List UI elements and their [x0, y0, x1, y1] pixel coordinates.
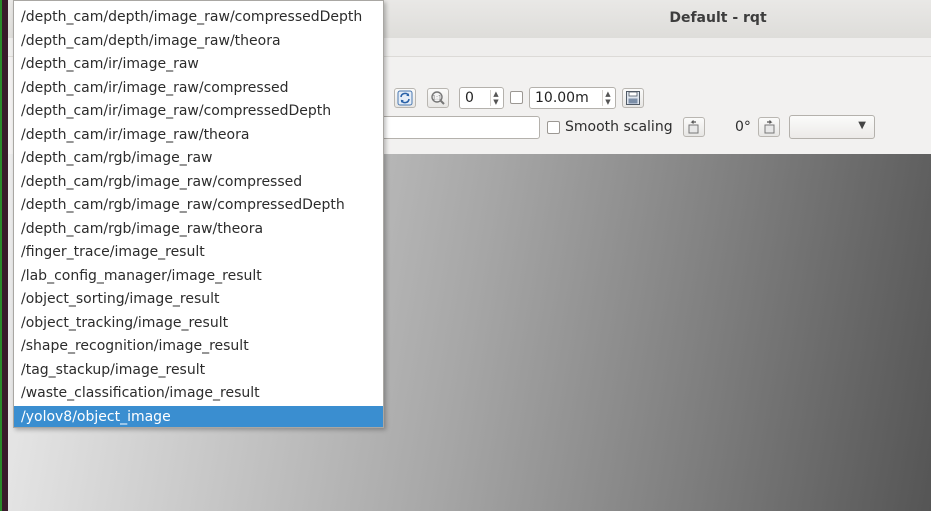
topic-list-item[interactable]: /yolov8/object_image — [14, 405, 383, 427]
topic-list-item[interactable]: /object_sorting/image_result — [14, 288, 383, 311]
topic-list-item[interactable]: /depth_cam/rgb/image_raw — [14, 147, 383, 170]
duration-spinbox[interactable]: 10.00m ▲ ▼ — [529, 87, 616, 109]
topic-list-item[interactable]: /finger_trace/image_result — [14, 241, 383, 264]
topic-list-item[interactable]: /depth_cam/depth/image_raw/theora — [14, 30, 383, 53]
spinbox-value: 0 — [465, 90, 474, 106]
topic-list-item[interactable]: /depth_cam/rgb/image_raw/compressed — [14, 171, 383, 194]
rotate-right-button[interactable] — [758, 117, 780, 137]
topic-list-item[interactable]: /depth_cam/ir/image_raw/theora — [14, 124, 383, 147]
chevron-down-icon: ▼ — [858, 120, 866, 131]
refresh-icon — [397, 90, 413, 106]
topic-list-item[interactable]: /depth_cam/depth/image_raw/compressedDep… — [14, 6, 383, 29]
zoom-button[interactable]: 1:1 — [427, 88, 449, 108]
duration-value: 10.00m — [535, 90, 589, 106]
topic-list-item[interactable]: /depth_cam/ir/image_raw/compressed — [14, 77, 383, 100]
topic-list-item[interactable]: /shape_recognition/image_result — [14, 335, 383, 358]
save-image-button[interactable] — [622, 88, 644, 108]
save-icon — [626, 91, 640, 105]
svg-text:1:1: 1:1 — [432, 95, 442, 102]
desktop-edge — [0, 0, 8, 511]
topic-list-item[interactable]: /depth_cam/ir/image_raw — [14, 53, 383, 76]
zoom-icon: 1:1 — [431, 91, 445, 105]
topic-list-item[interactable]: /lab_config_manager/image_result — [14, 265, 383, 288]
refresh-topics-button[interactable] — [394, 88, 416, 108]
smooth-scaling-checkbox[interactable] — [547, 121, 560, 134]
window-title: Default - rqt — [669, 10, 767, 26]
topic-list-item[interactable]: /depth_cam/rgb/image_raw/theora — [14, 218, 383, 241]
topic-list-item[interactable]: /tag_stackup/image_result — [14, 359, 383, 382]
rotate-left-icon — [688, 120, 699, 134]
topic-list-item[interactable]: /depth_cam/rgb/image_raw/compressedDepth — [14, 194, 383, 217]
rotation-label: 0° — [735, 119, 751, 135]
topic-dropdown-list[interactable]: /depth_cam/depth/image_raw/compressedDep… — [13, 0, 384, 428]
rotate-left-button[interactable] — [683, 117, 705, 137]
duration-checkbox[interactable] — [510, 91, 523, 104]
topic-list-item[interactable]: /waste_classification/image_result — [14, 382, 383, 405]
topic-filter-field[interactable] — [379, 116, 540, 139]
numeric-spinbox[interactable]: 0 ▲ ▼ — [459, 87, 504, 109]
topic-list-item[interactable]: /depth_cam/ir/image_raw/compressedDepth — [14, 100, 383, 123]
topic-list-item[interactable]: /object_tracking/image_result — [14, 312, 383, 335]
color-scheme-combo[interactable]: ▼ — [789, 115, 875, 139]
smooth-scaling-label: Smooth scaling — [565, 119, 673, 135]
spinbox-arrows[interactable]: ▲ ▼ — [490, 90, 501, 106]
rotate-right-icon — [764, 120, 775, 134]
duration-arrows[interactable]: ▲ ▼ — [602, 90, 613, 106]
